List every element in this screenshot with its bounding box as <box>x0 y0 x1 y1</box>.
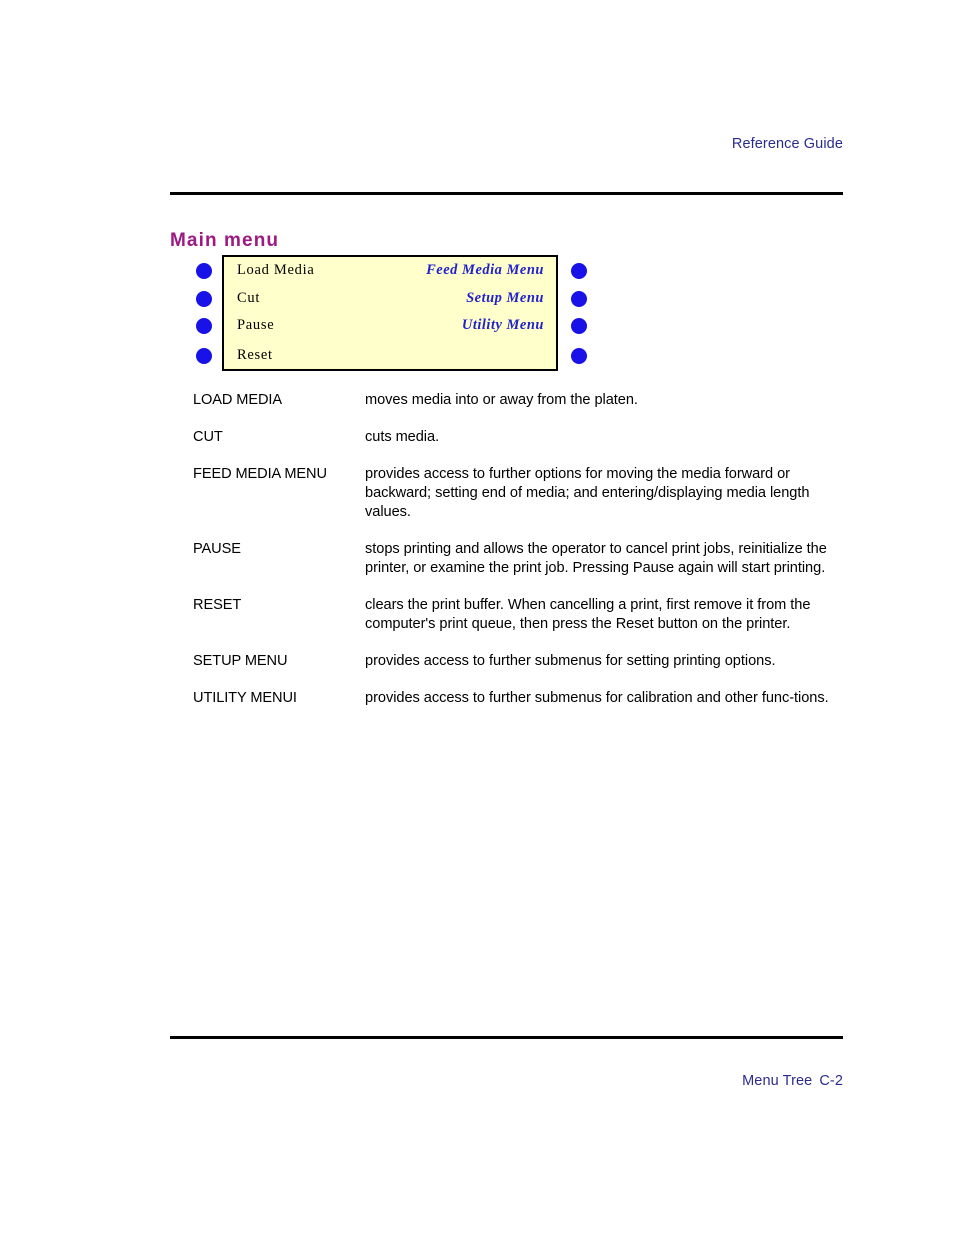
definition-term: CUT <box>193 429 223 445</box>
led-indicator-left-1[interactable] <box>196 263 212 279</box>
definition-description: clears the print buffer. When cancelling… <box>365 597 811 632</box>
definition-description: provides access to further submenus for … <box>365 690 829 706</box>
lcd-row: Cut Setup Menu <box>224 289 556 317</box>
definition-description: stops printing and allows the operator t… <box>365 541 827 576</box>
definition-row: CUT cuts media. <box>193 428 843 447</box>
lcd-right-label-1[interactable]: Feed Media Menu <box>426 261 544 279</box>
lcd-left-label-1[interactable]: Load Media <box>237 261 314 279</box>
lcd-row: Pause Utility Menu <box>224 316 556 344</box>
definition-term: FEED MEDIA MENU <box>193 466 327 482</box>
definition-row: UTILITY MENUI provides access to further… <box>193 689 843 708</box>
definition-row: SETUP MENU provides access to further su… <box>193 652 843 671</box>
footer-rule <box>170 1036 843 1039</box>
left-button-column <box>195 255 215 373</box>
led-indicator-right-2[interactable] <box>571 291 587 307</box>
definition-row: PAUSE stops printing and allows the oper… <box>193 540 843 578</box>
led-indicator-left-4[interactable] <box>196 348 212 364</box>
definition-term: RESET <box>193 597 242 613</box>
definition-row: RESET clears the print buffer. When canc… <box>193 596 843 634</box>
page-title: Main menu <box>170 229 280 251</box>
led-indicator-right-4[interactable] <box>571 348 587 364</box>
definition-term: LOAD MEDIA <box>193 392 283 408</box>
definition-description: moves media into or away from the platen… <box>365 392 638 408</box>
led-indicator-left-2[interactable] <box>196 291 212 307</box>
definition-term: UTILITY MENUI <box>193 690 297 706</box>
definition-description: provides access to further submenus for … <box>365 653 776 669</box>
definition-row: LOAD MEDIA moves media into or away from… <box>193 391 843 410</box>
lcd-display: Load Media Feed Media Menu Cut Setup Men… <box>222 255 558 371</box>
footer-chapter-label: Menu Tree <box>742 1073 813 1089</box>
led-indicator-left-3[interactable] <box>196 318 212 334</box>
led-indicator-right-1[interactable] <box>571 263 587 279</box>
menu-definition-list: LOAD MEDIA moves media into or away from… <box>193 391 843 726</box>
definition-term: PAUSE <box>193 541 241 557</box>
lcd-left-label-2[interactable]: Cut <box>237 289 260 307</box>
definition-row: FEED MEDIA MENU provides access to furth… <box>193 465 843 522</box>
lcd-left-label-4[interactable]: Reset <box>237 346 273 364</box>
lcd-left-label-3[interactable]: Pause <box>237 316 274 334</box>
running-footer: Menu Tree C-2 <box>170 1073 843 1089</box>
lcd-right-label-3[interactable]: Utility Menu <box>462 316 544 334</box>
right-button-column <box>570 255 590 373</box>
footer-page-number: C-2 <box>819 1073 843 1089</box>
led-indicator-right-3[interactable] <box>571 318 587 334</box>
definition-description: provides access to further options for m… <box>365 466 810 520</box>
lcd-row: Load Media Feed Media Menu <box>224 261 556 289</box>
lcd-menu-figure: Load Media Feed Media Menu Cut Setup Men… <box>195 255 590 373</box>
header-rule <box>170 192 843 195</box>
running-header: Reference Guide <box>731 136 843 152</box>
lcd-right-label-2[interactable]: Setup Menu <box>466 289 544 307</box>
lcd-row: Reset <box>224 346 556 374</box>
definition-description: cuts media. <box>365 429 440 445</box>
definition-term: SETUP MENU <box>193 653 288 669</box>
